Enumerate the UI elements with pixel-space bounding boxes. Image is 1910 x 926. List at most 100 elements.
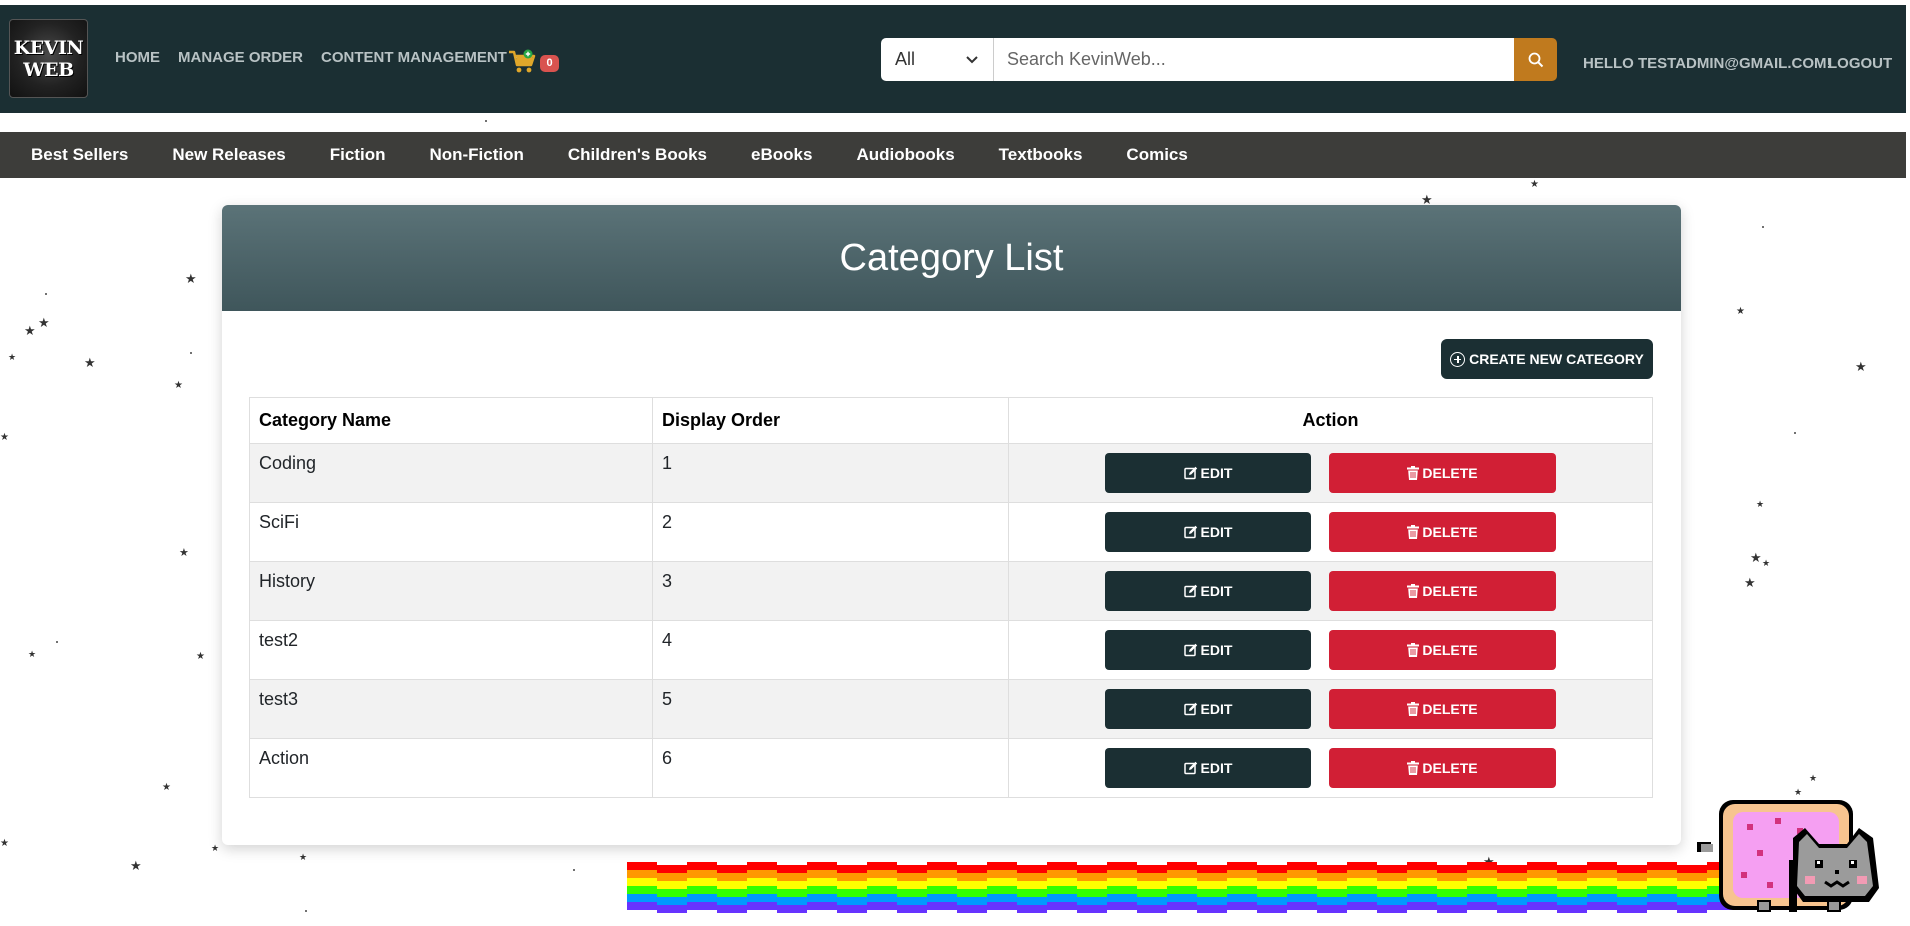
category-link[interactable]: Audiobooks (856, 145, 954, 165)
action-buttons: EDIT DELETE (1009, 689, 1652, 729)
table-row: Action 6 EDIT DELETE (249, 738, 1653, 798)
edit-button-label: EDIT (1200, 760, 1233, 776)
action-buttons: EDIT DELETE (1009, 748, 1652, 788)
category-name-cell: History (249, 561, 653, 621)
star: ★ (24, 323, 36, 338)
table-header-row: Category Name Display Order Action (249, 397, 1653, 444)
search-input[interactable] (994, 38, 1514, 81)
display-order-cell: 6 (652, 738, 1009, 798)
category-link[interactable]: Comics (1126, 145, 1187, 165)
star: ★ (1855, 359, 1867, 374)
search-scope-value: All (895, 49, 916, 69)
star: ★ (28, 649, 37, 659)
trash-icon (1407, 761, 1420, 775)
edit-button-label: EDIT (1200, 465, 1233, 481)
main-nav: HOME MANAGE ORDER CONTENT MANAGEMENT (115, 49, 540, 66)
star: ★ (1744, 575, 1756, 590)
edit-button[interactable]: EDIT (1105, 512, 1311, 552)
pencil-square-icon (1183, 761, 1197, 775)
star-dot (305, 910, 307, 912)
category-list-card: Category List CREATE NEW CATEGORY Catego… (222, 205, 1681, 845)
table-row: SciFi 2 EDIT DELETE (249, 502, 1653, 562)
edit-button[interactable]: EDIT (1105, 453, 1311, 493)
action-cell: EDIT DELETE (1008, 679, 1653, 739)
card-header: Category List (222, 205, 1681, 311)
delete-button[interactable]: DELETE (1329, 630, 1556, 670)
pencil-square-icon (1183, 643, 1197, 657)
create-button-label: CREATE NEW CATEGORY (1469, 351, 1644, 367)
category-link[interactable]: Children's Books (568, 145, 707, 165)
star: ★ (84, 355, 96, 370)
search-scope-select[interactable]: All (881, 38, 994, 81)
category-link[interactable]: eBooks (751, 145, 812, 165)
edit-button[interactable]: EDIT (1105, 689, 1311, 729)
create-new-category-button[interactable]: CREATE NEW CATEGORY (1441, 339, 1653, 379)
category-table: Category Name Display Order Action Codin… (249, 397, 1653, 798)
edit-button-label: EDIT (1200, 524, 1233, 540)
table-row: test3 5 EDIT DELETE (249, 679, 1653, 739)
delete-button[interactable]: DELETE (1329, 453, 1556, 493)
category-link[interactable]: Best Sellers (31, 145, 128, 165)
nav-content-management-dropdown[interactable]: CONTENT MANAGEMENT (321, 49, 522, 66)
pencil-square-icon (1183, 702, 1197, 716)
table-row: test2 4 EDIT DELETE (249, 620, 1653, 680)
category-link[interactable]: Fiction (330, 145, 386, 165)
edit-button[interactable]: EDIT (1105, 630, 1311, 670)
logout-link[interactable]: LOGOUT (1828, 55, 1892, 72)
search-bar: All (881, 38, 1557, 81)
action-buttons: EDIT DELETE (1009, 453, 1652, 493)
star-dot (45, 293, 47, 295)
star: ★ (185, 271, 197, 286)
delete-button-label: DELETE (1422, 583, 1478, 599)
star-dot (1794, 432, 1796, 434)
content-management-label: CONTENT MANAGEMENT (321, 49, 507, 66)
action-cell: EDIT DELETE (1008, 620, 1653, 680)
star: ★ (1530, 179, 1539, 190)
user-greeting[interactable]: HELLO TESTADMIN@GMAIL.COM! (1583, 55, 1832, 72)
star: ★ (162, 782, 171, 793)
delete-button-label: DELETE (1422, 760, 1478, 776)
display-order-cell: 5 (652, 679, 1009, 739)
trash-icon (1407, 525, 1420, 539)
category-link[interactable]: Non-Fiction (429, 145, 523, 165)
display-order-cell: 3 (652, 561, 1009, 621)
nav-manage-order-link[interactable]: MANAGE ORDER (178, 49, 303, 66)
star: ★ (1750, 550, 1762, 565)
nav-home-link[interactable]: HOME (115, 49, 160, 66)
category-link[interactable]: Textbooks (999, 145, 1083, 165)
site-logo[interactable]: KEVIN WEB (9, 19, 88, 98)
star: ★ (1756, 499, 1765, 509)
table-row: History 3 EDIT DELETE (249, 561, 1653, 621)
top-navbar: KEVIN WEB HOME MANAGE ORDER CONTENT MANA… (0, 5, 1906, 113)
display-order-cell: 1 (652, 443, 1009, 503)
edit-button[interactable]: EDIT (1105, 748, 1311, 788)
star: ★ (8, 352, 17, 362)
logo-text-line2: WEB (23, 58, 74, 81)
delete-button-label: DELETE (1422, 524, 1478, 540)
star-dot (485, 120, 487, 122)
category-name-cell: Action (249, 738, 653, 798)
star: ★ (1762, 558, 1771, 568)
edit-button-label: EDIT (1200, 642, 1233, 658)
star: ★ (299, 852, 308, 862)
star-dot (1762, 226, 1764, 228)
cart-icon (509, 49, 536, 73)
category-link[interactable]: New Releases (172, 145, 285, 165)
search-button[interactable] (1514, 38, 1557, 81)
column-header-display-order: Display Order (652, 397, 1009, 444)
category-name-cell: SciFi (249, 502, 653, 562)
star: ★ (211, 843, 220, 853)
star: ★ (196, 651, 205, 662)
star-dot (573, 869, 575, 871)
action-cell: EDIT DELETE (1008, 738, 1653, 798)
delete-button[interactable]: DELETE (1329, 512, 1556, 552)
cart-button[interactable]: 0 (508, 47, 559, 77)
table-row: Coding 1 EDIT DELETE (249, 443, 1653, 503)
delete-button-label: DELETE (1422, 701, 1478, 717)
delete-button[interactable]: DELETE (1329, 689, 1556, 729)
delete-button[interactable]: DELETE (1329, 748, 1556, 788)
star-dot (56, 641, 58, 643)
delete-button[interactable]: DELETE (1329, 571, 1556, 611)
star: ★ (1794, 787, 1803, 797)
edit-button[interactable]: EDIT (1105, 571, 1311, 611)
